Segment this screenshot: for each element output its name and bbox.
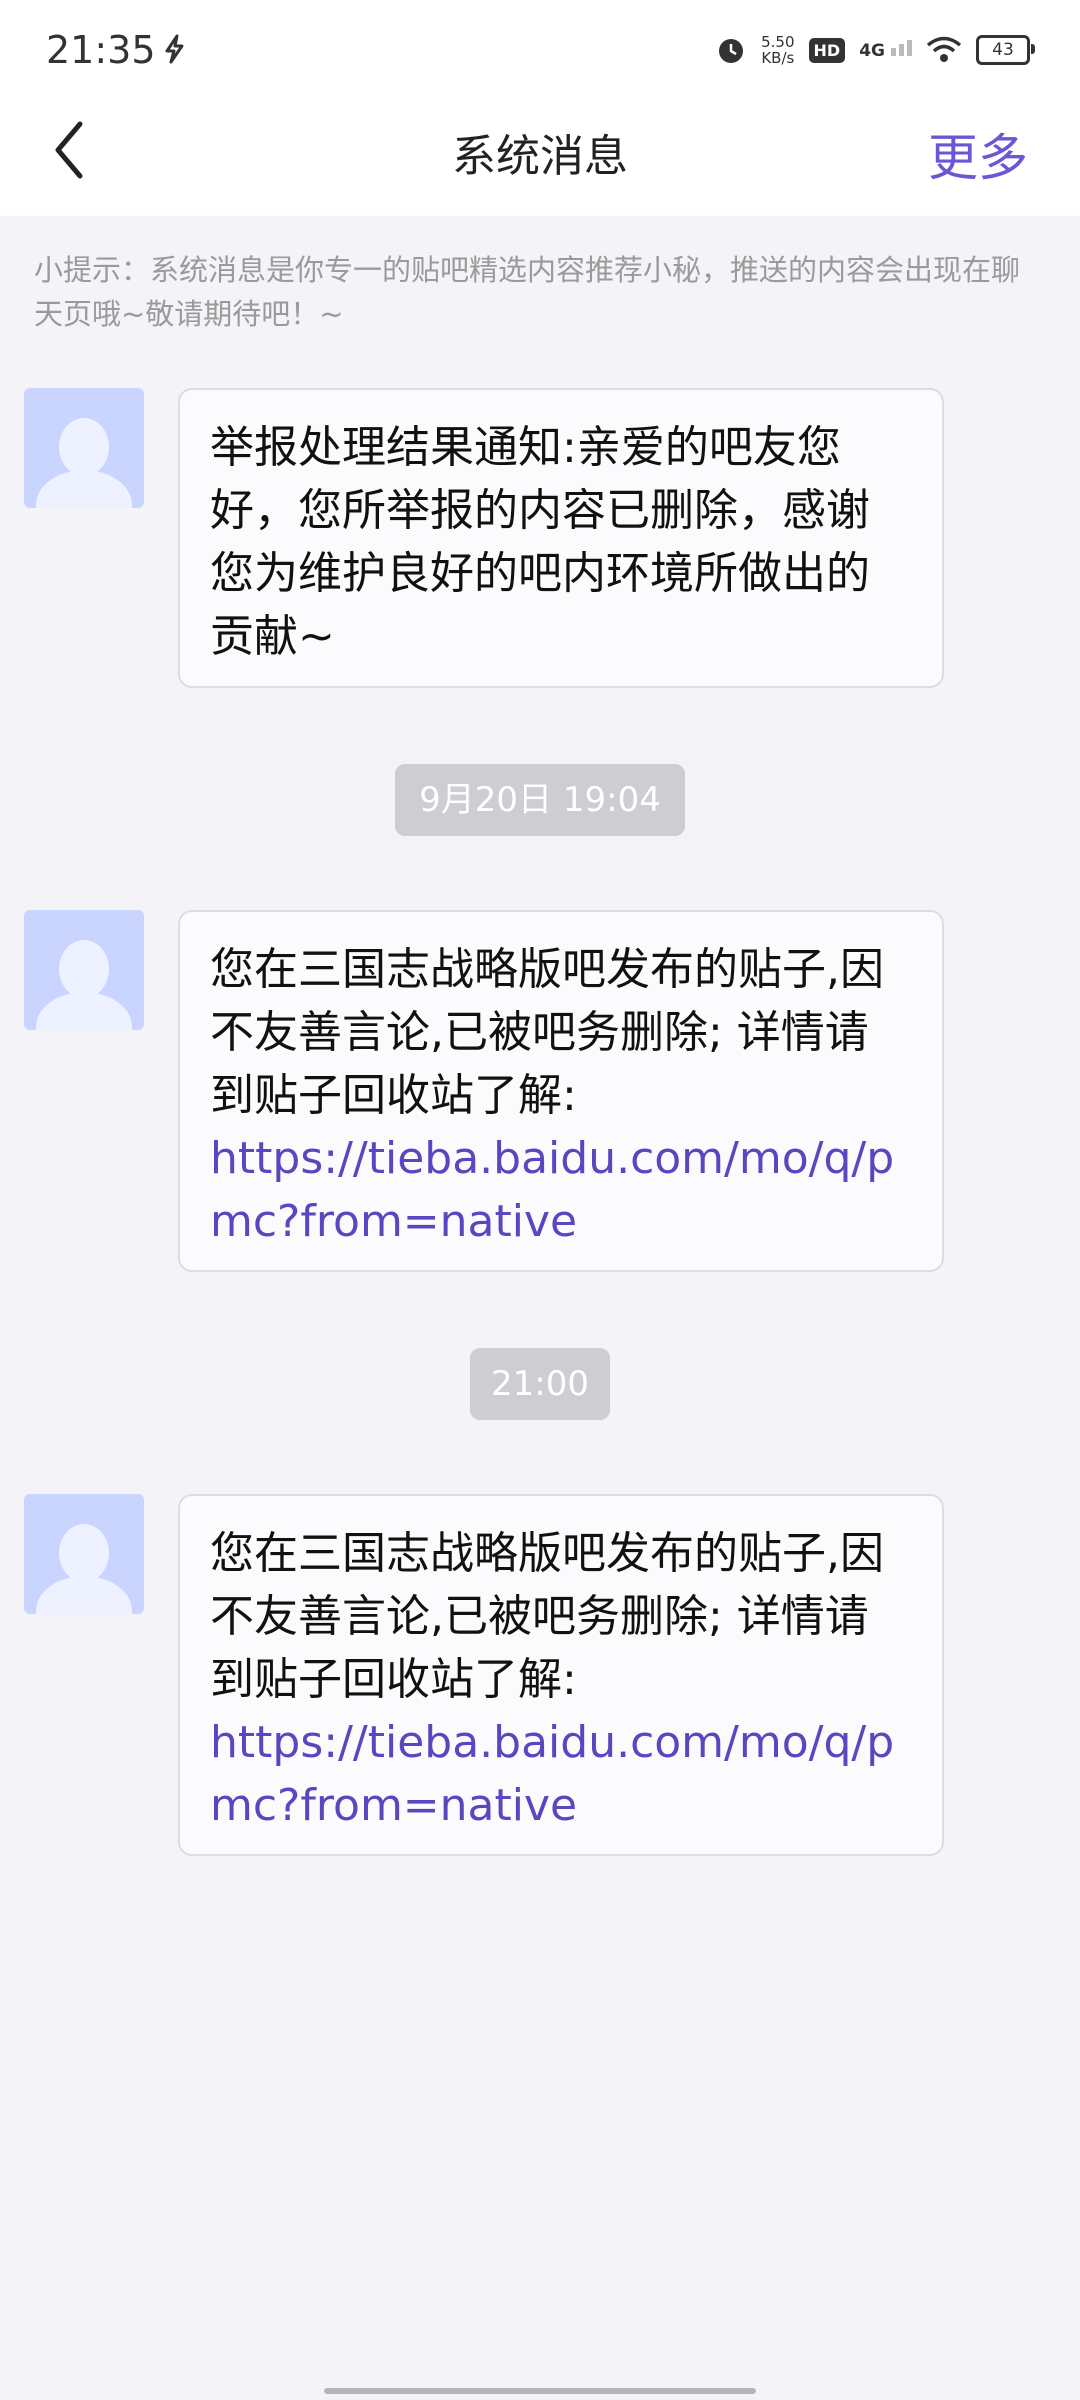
message-timestamp: 9月20日 19:04 xyxy=(395,764,685,836)
wifi-icon xyxy=(926,36,962,62)
avatar[interactable] xyxy=(24,388,144,508)
page-title: 系统消息 xyxy=(452,131,628,182)
message-link[interactable]: https://tieba.baidu.com/mo/q/pmc?from=na… xyxy=(210,1133,894,1247)
more-button[interactable]: 更多 xyxy=(928,118,1028,190)
status-time: 21:35 xyxy=(46,28,156,72)
network-speed: 5.50 KB/s xyxy=(761,33,795,67)
avatar[interactable] xyxy=(24,910,144,1030)
home-indicator[interactable] xyxy=(324,2388,756,2394)
message-text: 您在三国志战略版吧发布的贴子,因不友善言论,已被吧务删除; 详情请到贴子回收站了… xyxy=(210,944,884,1121)
signal-icon: 4G xyxy=(859,39,912,61)
battery-icon: 43 xyxy=(976,35,1035,65)
message-text: 您在三国志战略版吧发布的贴子,因不友善言论,已被吧务删除; 详情请到贴子回收站了… xyxy=(210,1528,884,1705)
charging-bolt-icon xyxy=(165,34,184,64)
avatar[interactable] xyxy=(24,1494,144,1614)
tip-text: 小提示：系统消息是你专一的贴吧精选内容推荐小秘，推送的内容会出现在聊天页哦~敬请… xyxy=(34,253,1021,331)
message-bubble[interactable]: 举报处理结果通知:亲爱的吧友您好，您所举报的内容已删除，感谢您为维护良好的吧内环… xyxy=(178,388,944,688)
message-timestamp: 21:00 xyxy=(470,1348,610,1420)
alarm-icon xyxy=(719,39,744,63)
hd-badge: HD xyxy=(808,37,846,63)
message-bubble[interactable]: 您在三国志战略版吧发布的贴子,因不友善言论,已被吧务删除; 详情请到贴子回收站了… xyxy=(178,1494,944,1856)
message-text: 举报处理结果通知:亲爱的吧友您好，您所举报的内容已删除，感谢您为维护良好的吧内环… xyxy=(210,422,870,662)
message-link[interactable]: https://tieba.baidu.com/mo/q/pmc?from=na… xyxy=(210,1717,894,1831)
message-bubble[interactable]: 您在三国志战略版吧发布的贴子,因不友善言论,已被吧务删除; 详情请到贴子回收站了… xyxy=(178,910,944,1272)
status-icons: 5.50 KB/s HD 4G 43 xyxy=(715,30,1035,70)
